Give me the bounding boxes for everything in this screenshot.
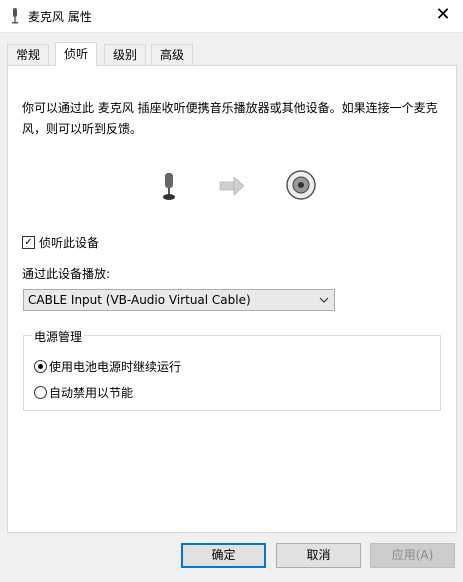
- tab-advanced[interactable]: 高级: [151, 44, 194, 65]
- tab-listen[interactable]: 侦听: [55, 42, 98, 67]
- microphone-device-icon: [163, 173, 175, 200]
- radio-continue[interactable]: [34, 360, 47, 373]
- tab-levels[interactable]: 级别: [104, 44, 147, 65]
- power-option-label: 自动禁用以节能: [49, 386, 134, 400]
- listen-checkbox[interactable]: ✓: [22, 236, 35, 249]
- close-icon: ✕: [435, 4, 451, 25]
- apply-button[interactable]: 应用(A): [370, 543, 455, 568]
- listen-illustration: [163, 170, 316, 200]
- speaker-icon: [286, 170, 316, 200]
- listen-description: 你可以通过此 麦克风 插座收听便携音乐播放器或其他设备。如果连接一个麦克风，则可…: [22, 101, 438, 136]
- microphone-icon: [12, 8, 18, 24]
- arrow-right-icon: [219, 176, 245, 196]
- window-title: 麦克风 属性: [28, 10, 92, 24]
- playback-device-select[interactable]: CABLE Input (VB-Audio Virtual Cable): [23, 289, 335, 311]
- tab-bar: 常规 侦听 级别 高级: [7, 42, 457, 67]
- power-group-title: 电源管理: [32, 328, 85, 345]
- playback-device-value: CABLE Input (VB-Audio Virtual Cable): [28, 293, 251, 307]
- tab-general[interactable]: 常规: [7, 44, 50, 65]
- cancel-button[interactable]: 取消: [276, 543, 361, 568]
- power-option-label: 使用电池电源时继续运行: [49, 360, 182, 374]
- close-button[interactable]: ✕: [423, 0, 463, 32]
- title-bar: 麦克风 属性 ✕: [0, 0, 463, 33]
- listen-panel: 你可以通过此 麦克风 插座收听便携音乐播放器或其他设备。如果连接一个麦克风，则可…: [7, 65, 457, 533]
- listen-checkbox-label: 侦听此设备: [39, 236, 100, 250]
- ok-button[interactable]: 确定: [181, 543, 266, 568]
- playback-label: 通过此设备播放:: [22, 267, 111, 281]
- chevron-down-icon: [319, 297, 329, 303]
- radio-auto-disable[interactable]: [34, 386, 47, 399]
